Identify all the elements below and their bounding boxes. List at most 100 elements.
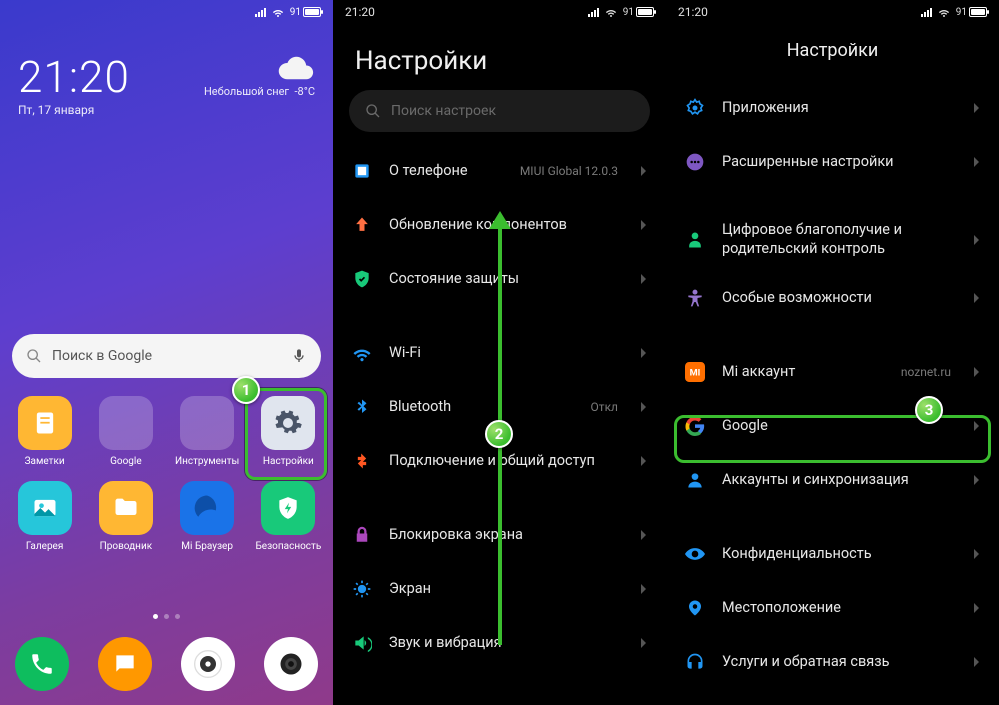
share-icon <box>351 450 373 472</box>
app-explorer[interactable]: Проводник <box>85 481 166 552</box>
dock-phone[interactable] <box>15 637 69 691</box>
accessibility-icon <box>684 287 706 309</box>
item-system-update[interactable]: Обновление компонентов <box>333 198 666 252</box>
item-location[interactable]: Местоположение <box>666 581 999 635</box>
item-security-status[interactable]: Состояние защиты <box>333 252 666 306</box>
phone-square-icon <box>351 160 373 182</box>
chevron-right-icon <box>973 602 981 614</box>
headset-icon <box>684 651 706 673</box>
battery-percent: 91 <box>290 7 301 18</box>
arrow-up-icon <box>351 214 373 236</box>
status-time: 21:20 <box>345 5 375 19</box>
weather-widget[interactable]: Небольшой снег -8°C <box>204 55 315 98</box>
eye-icon <box>684 543 706 565</box>
cloud-snow-icon <box>275 55 315 81</box>
item-accounts-sync[interactable]: Аккаунты и синхронизация <box>666 453 999 507</box>
google-logo-icon <box>684 415 706 437</box>
clock-date: Пт, 17 января <box>18 103 130 117</box>
gallery-icon <box>31 494 59 522</box>
dock <box>0 637 333 691</box>
signal-icon <box>921 8 932 17</box>
status-time: 21:20 <box>678 5 708 19</box>
app-security[interactable]: Безопасность <box>248 481 329 552</box>
wifi-icon <box>605 6 617 18</box>
shield-bolt-icon <box>275 495 301 521</box>
item-display[interactable]: Экран <box>333 562 666 616</box>
wifi-icon <box>938 6 950 18</box>
wifi-icon <box>272 6 284 18</box>
page-indicator <box>0 614 333 619</box>
chevron-right-icon <box>640 273 648 285</box>
message-icon <box>112 651 138 677</box>
note-icon <box>31 409 59 437</box>
settings-search[interactable]: Поиск настроек <box>349 90 650 132</box>
chevron-right-icon <box>640 347 648 359</box>
home-screen: 91 21:20 Пт, 17 января Небольшой снег -8… <box>0 0 333 705</box>
clock-widget[interactable]: 21:20 Пт, 17 января <box>18 55 130 117</box>
item-apps[interactable]: Приложения <box>666 81 999 135</box>
app-notes[interactable]: Заметки <box>4 396 85 467</box>
battery-indicator: 91 <box>623 7 654 18</box>
item-accessibility[interactable]: Особые возможности <box>666 271 999 325</box>
search-icon <box>365 103 381 119</box>
chevron-right-icon <box>973 366 981 378</box>
sun-icon <box>351 578 373 600</box>
battery-indicator: 91 <box>956 7 987 18</box>
item-wifi[interactable]: Wi-Fi <box>333 326 666 380</box>
search-placeholder: Поиск в Google <box>52 348 152 364</box>
item-connection-sharing[interactable]: Подключение и общий доступ <box>333 434 666 488</box>
chevron-right-icon <box>973 420 981 432</box>
app-folder-google[interactable]: Google <box>85 396 166 467</box>
globe-icon <box>192 493 222 523</box>
item-bluetooth[interactable]: Bluetooth Откл <box>333 380 666 434</box>
item-sound[interactable]: Звук и вибрация <box>333 616 666 670</box>
item-wellbeing[interactable]: Цифровое благополучие и родительский кон… <box>666 209 999 271</box>
item-advanced[interactable]: Расширенные настройки <box>666 135 999 189</box>
lock-icon <box>351 524 373 546</box>
app-browser[interactable]: Mi Браузер <box>167 481 248 552</box>
dots-icon <box>684 151 706 173</box>
phone-icon <box>29 651 55 677</box>
chevron-right-icon <box>973 292 981 304</box>
chevron-right-icon <box>640 219 648 231</box>
dock-camera[interactable] <box>264 637 318 691</box>
chevron-right-icon <box>973 548 981 560</box>
settings-main: 21:20 91 Настройки Поиск настроек О теле… <box>333 0 666 705</box>
app-settings[interactable]: Настройки <box>248 396 329 467</box>
status-bar: 91 <box>0 0 333 24</box>
chevron-right-icon <box>640 401 648 413</box>
item-mi-account[interactable]: MI Mi аккаунт noznet.ru <box>666 345 999 399</box>
chevron-right-icon <box>973 656 981 668</box>
mi-logo-icon: MI <box>684 361 706 383</box>
folder-icon <box>180 396 234 450</box>
account-icon <box>684 469 706 491</box>
chevron-right-icon <box>640 165 648 177</box>
wellbeing-icon <box>684 229 706 251</box>
item-about-phone[interactable]: О телефоне MIUI Global 12.0.3 <box>333 144 666 198</box>
folder-fill-icon <box>112 494 140 522</box>
app-folder-tools[interactable]: Инструменты <box>167 396 248 467</box>
item-privacy[interactable]: Конфиденциальность <box>666 527 999 581</box>
item-lock-screen[interactable]: Блокировка экрана <box>333 508 666 562</box>
chevron-right-icon <box>973 156 981 168</box>
app-grid: Заметки Google Инструменты Настройки Гал… <box>4 396 329 552</box>
weather-text: Небольшой снег -8°C <box>204 85 315 98</box>
svg-text:MI: MI <box>690 368 701 378</box>
gear-icon <box>273 408 303 438</box>
wifi-setting-icon <box>351 342 373 364</box>
volume-icon <box>351 632 373 654</box>
apps-gear-icon <box>684 97 706 119</box>
bluetooth-icon <box>351 396 373 418</box>
chevron-right-icon <box>640 637 648 649</box>
search-icon <box>26 348 42 364</box>
chevron-right-icon <box>640 583 648 595</box>
location-pin-icon <box>684 597 706 619</box>
mic-icon[interactable] <box>291 346 307 366</box>
google-search-bar[interactable]: Поиск в Google <box>12 334 321 378</box>
camera-icon <box>277 650 305 678</box>
item-feedback[interactable]: Услуги и обратная связь <box>666 635 999 689</box>
dock-messages[interactable] <box>98 637 152 691</box>
dock-browser[interactable] <box>181 637 235 691</box>
item-google[interactable]: Google <box>666 399 999 453</box>
app-gallery[interactable]: Галерея <box>4 481 85 552</box>
